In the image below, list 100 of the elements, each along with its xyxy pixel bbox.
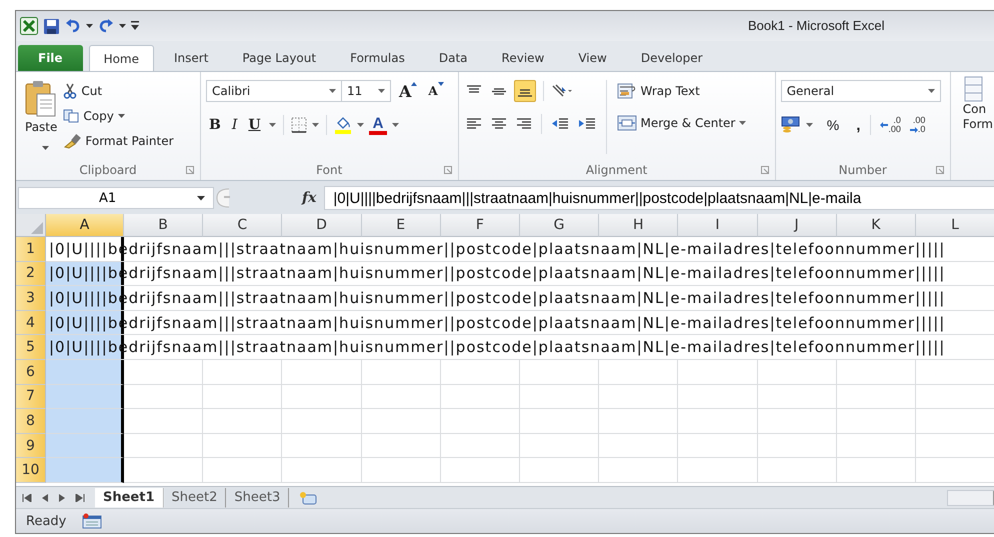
select-all-corner[interactable] (16, 214, 46, 237)
row-header[interactable]: 4 (16, 310, 46, 336)
dialog-launcher-icon[interactable] (444, 166, 452, 174)
column-header[interactable]: J (758, 214, 837, 237)
column-header[interactable]: H (599, 214, 678, 237)
grow-font-button[interactable]: A (396, 80, 420, 102)
column-header[interactable]: D (282, 214, 362, 237)
ribbon-tab[interactable]: View (564, 45, 621, 71)
spreadsheet-cell[interactable] (46, 384, 124, 410)
column-header[interactable]: E (362, 214, 441, 237)
increase-decimal-button[interactable]: .0 .00 (878, 116, 903, 134)
row-header[interactable]: 10 (16, 458, 46, 483)
cut-button[interactable]: Cut (61, 80, 176, 102)
column-header[interactable]: A (46, 214, 124, 237)
save-icon[interactable] (43, 18, 60, 34)
spreadsheet-cell[interactable] (46, 409, 124, 434)
align-right-icon[interactable] (516, 117, 532, 131)
ribbon-tab[interactable]: Page Layout (228, 45, 330, 71)
row-header[interactable]: 9 (16, 434, 46, 458)
spreadsheet-cell[interactable] (46, 360, 124, 385)
merge-center-button[interactable]: Merge & Center (614, 112, 748, 134)
column-header[interactable]: F (440, 214, 520, 237)
underline-button[interactable]: U (245, 114, 264, 136)
caret-icon (118, 114, 125, 118)
row-header[interactable]: 6 (16, 360, 46, 385)
file-tab[interactable]: File (18, 45, 83, 71)
spreadsheet-cell[interactable] (46, 458, 124, 483)
ribbon-tab[interactable]: Review (488, 45, 558, 71)
column-header[interactable]: C (203, 214, 282, 237)
font-name-dropdown[interactable]: Calibri (206, 80, 342, 102)
sheet-tab[interactable]: Sheet2 (164, 488, 226, 508)
sheet-tab[interactable]: Sheet1 (95, 488, 164, 508)
undo-icon[interactable] (65, 19, 81, 33)
row-header[interactable]: 7 (16, 384, 46, 410)
align-center-icon[interactable] (490, 117, 507, 131)
orientation-icon[interactable] (550, 84, 573, 98)
record-macro-icon[interactable] (82, 513, 102, 529)
window-title: Book1 - Microsoft Excel (748, 18, 885, 33)
ribbon-tab[interactable]: Developer (626, 45, 717, 71)
italic-button[interactable]: I (228, 114, 240, 136)
formula-input[interactable]: |0|U||||bedrijfsnaam|||straatnaam|huisnummer||postcode|plaatsnaam|NL|e-maila (324, 186, 994, 210)
insert-sheet-icon[interactable] (299, 490, 318, 504)
fill-color-icon[interactable] (334, 116, 352, 134)
copy-button[interactable]: Copy (61, 105, 176, 127)
paste-button[interactable]: Paste (21, 80, 62, 144)
spreadsheet-logo-icon[interactable] (20, 17, 38, 35)
caret-icon[interactable] (86, 24, 93, 28)
decrease-indent-icon[interactable] (550, 117, 569, 131)
decrease-decimal-button[interactable]: .00 .0 (908, 116, 928, 134)
first-sheet-icon[interactable] (22, 494, 32, 502)
horizontal-scrollbar[interactable] (947, 490, 994, 506)
dialog-launcher-icon[interactable] (936, 166, 944, 174)
number-format-dropdown[interactable]: General (780, 80, 941, 102)
name-box[interactable]: A1 (18, 187, 214, 209)
ribbon-tab[interactable]: Insert (160, 45, 222, 71)
caret-icon[interactable] (392, 122, 400, 128)
caret-icon[interactable] (312, 122, 319, 128)
row-header[interactable]: 8 (16, 409, 46, 434)
wrap-text-button[interactable]: Wrap Text (614, 80, 748, 102)
customize-toolbar-icon[interactable] (131, 21, 139, 31)
row-header[interactable]: 1 (16, 237, 46, 262)
caret-icon[interactable] (268, 122, 276, 128)
row-header[interactable]: 2 (16, 262, 46, 286)
align-left-icon[interactable] (466, 117, 482, 131)
redo-icon[interactable] (98, 19, 114, 33)
increase-indent-icon[interactable] (578, 117, 596, 131)
comma-style-button[interactable]: , (853, 114, 864, 136)
ribbon-tab[interactable]: Home (88, 45, 154, 71)
borders-icon[interactable] (290, 117, 307, 133)
sheet-tab[interactable]: Sheet3 (226, 488, 290, 508)
bottom-align-button[interactable] (514, 80, 536, 102)
percent-button[interactable]: % (824, 114, 842, 136)
row-header[interactable]: 3 (16, 286, 46, 311)
spreadsheet-cell[interactable] (46, 434, 124, 458)
caret-icon (328, 88, 336, 94)
caret-icon[interactable] (356, 122, 364, 128)
row-header[interactable]: 5 (16, 335, 46, 360)
column-header[interactable]: G (520, 214, 600, 237)
column-header[interactable]: B (124, 214, 204, 237)
currency-icon[interactable] (780, 116, 801, 134)
column-header[interactable]: K (836, 214, 916, 237)
last-sheet-icon[interactable] (75, 494, 85, 502)
caret-icon[interactable] (806, 122, 813, 128)
ribbon-tab[interactable]: Data (424, 45, 482, 71)
conditional-formatting-button[interactable]: Con Form (950, 72, 994, 136)
format-painter-button[interactable]: Format Painter (61, 130, 176, 152)
ribbon-tab[interactable]: Formulas (336, 45, 419, 71)
font-color-button[interactable]: A (368, 115, 388, 135)
caret-icon[interactable] (42, 146, 49, 151)
dialog-launcher-icon[interactable] (760, 166, 769, 174)
column-header[interactable]: L (916, 214, 994, 237)
bold-button[interactable]: B (206, 114, 224, 136)
next-sheet-icon[interactable] (58, 494, 66, 502)
dialog-launcher-icon[interactable] (186, 166, 194, 174)
caret-icon[interactable] (119, 24, 126, 28)
shrink-font-button[interactable]: A (425, 80, 447, 102)
previous-sheet-icon[interactable] (41, 494, 49, 502)
column-header[interactable]: I (678, 214, 758, 237)
font-size-dropdown[interactable]: 11 (340, 80, 391, 102)
insert-function-button[interactable]: fx (242, 190, 324, 206)
